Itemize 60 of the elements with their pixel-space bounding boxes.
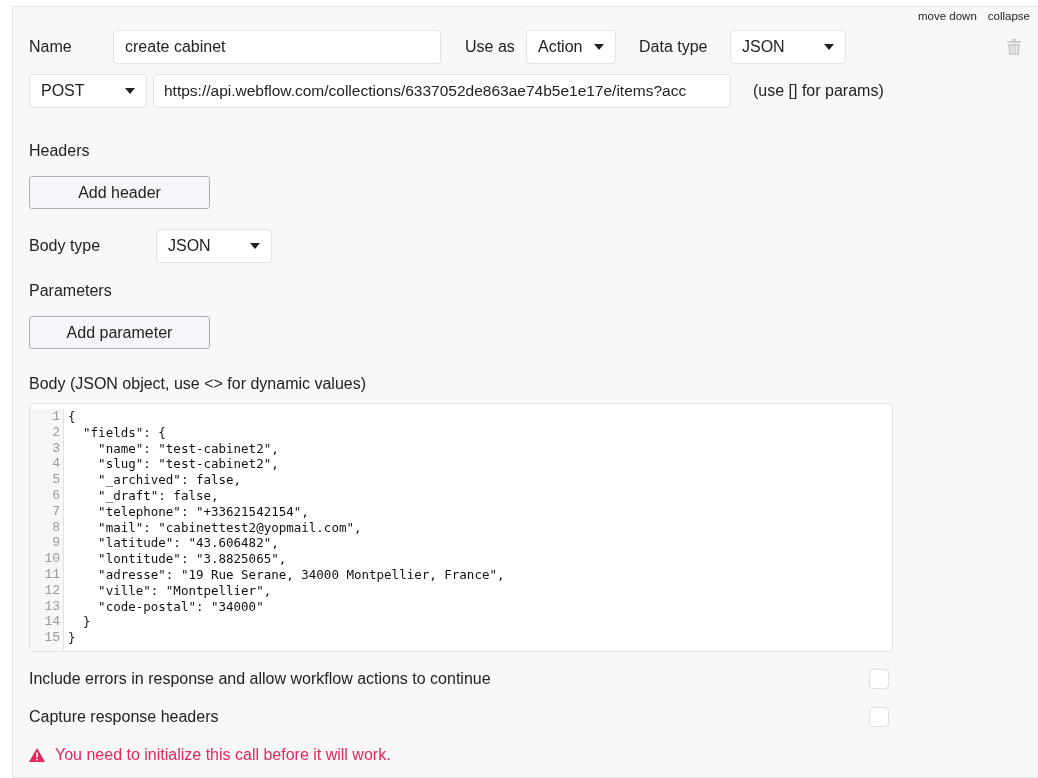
section-label: Headers: [29, 142, 91, 160]
code-line: "latitude": "43.606482",: [97, 535, 280, 552]
code-line: {: [68, 409, 77, 425]
field-label: Name: [29, 38, 73, 56]
code-line: "adresse": "19 Rue Serane, 34000 Montpellier, France",: [97, 566, 505, 583]
code-line: "telephone": "+33621542154",: [97, 503, 310, 520]
caret-icon: [125, 88, 135, 94]
line-number: 9: [51, 535, 60, 552]
field-label: Body type: [29, 237, 102, 255]
code-line: "code-postal": "34000": [97, 598, 265, 615]
code-line: "_draft": false,: [97, 488, 220, 504]
caret-icon: [594, 44, 604, 50]
line-number: 5: [51, 472, 60, 488]
line-number: 10: [43, 551, 60, 567]
option-label: Include errors in response and allow workflow actions to continue: [29, 670, 491, 688]
line-number: 13: [43, 598, 60, 615]
field-label: Data type: [639, 38, 709, 56]
code-line: "_archived": false,: [97, 472, 243, 488]
code-line: "name": "test-cabinet2",: [97, 440, 280, 457]
code-line: }: [82, 614, 92, 631]
section-label: Body (JSON object, use <> for dynamic values): [29, 375, 368, 393]
line-number: 4: [51, 456, 60, 473]
url-input[interactable]: https://api.webflow.com/collections/6337052de863ae74b5e1e17e/items?acc: [153, 74, 731, 108]
checkbox[interactable]: [869, 707, 889, 727]
body-type-dropdown[interactable]: JSON: [156, 229, 272, 263]
use-as-dropdown[interactable]: Action: [526, 30, 616, 64]
add-parameter-button[interactable]: Add parameter: [29, 316, 210, 349]
line-number: 8: [51, 519, 60, 536]
line-number: 11: [43, 566, 60, 583]
data-type-dropdown[interactable]: JSON: [730, 30, 846, 64]
add-header-button[interactable]: Add header: [29, 176, 210, 209]
line-number: 15: [43, 630, 60, 646]
line-number: 3: [51, 440, 60, 457]
url-hint: (use [] for params): [753, 82, 884, 100]
panel-link[interactable]: move down: [918, 10, 977, 24]
field-label: Use as: [465, 38, 516, 56]
code-line: "lontitude": "3.8825065",: [97, 551, 288, 567]
name-input[interactable]: create cabinet: [113, 30, 441, 64]
line-number: 6: [51, 488, 60, 504]
line-number: 7: [51, 503, 60, 520]
section-label: Parameters: [29, 282, 113, 300]
code-editor[interactable]: [29, 403, 893, 652]
code-line: }: [68, 630, 77, 646]
line-number: 2: [51, 424, 60, 441]
warning-message: You need to initialize this call before it will work.: [55, 746, 391, 764]
line-number: 1: [51, 409, 60, 425]
line-number: 14: [43, 614, 60, 631]
method-dropdown[interactable]: POST: [29, 74, 147, 108]
option-label: Capture response headers: [29, 708, 219, 726]
caret-icon: [824, 44, 834, 50]
line-number: 12: [43, 582, 60, 599]
code-line: "slug": "test-cabinet2",: [97, 456, 280, 473]
trash-icon[interactable]: [1007, 39, 1021, 55]
panel-link[interactable]: collapse: [987, 10, 1030, 24]
checkbox[interactable]: [869, 669, 889, 689]
code-line: "ville": "Montpellier",: [97, 582, 273, 599]
caret-icon: [250, 243, 260, 249]
warning-icon: [29, 748, 45, 762]
code-line: "mail": "cabinettest2@yopmail.com",: [97, 519, 363, 536]
code-line: "fields": {: [82, 424, 167, 441]
